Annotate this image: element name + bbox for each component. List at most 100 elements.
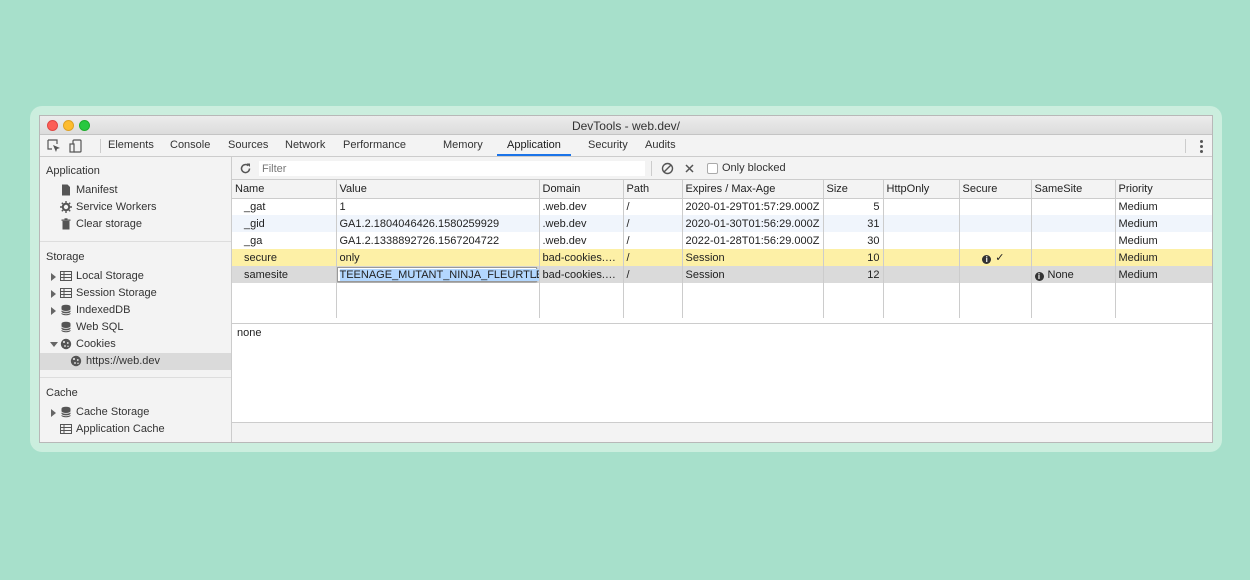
cell-secure[interactable] [959, 266, 1032, 283]
column-header-value[interactable]: Value [336, 180, 540, 199]
table-row[interactable]: samesite TEENAGE_MUTANT_NINJA_FLEURTLES ba… [232, 266, 1212, 283]
cell-value[interactable]: GA1.2.1804046426.1580259929 [336, 215, 540, 232]
device-toolbar-icon[interactable] [69, 139, 83, 153]
expand-arrow-right-icon[interactable] [51, 409, 56, 417]
column-header-name[interactable]: Name [232, 180, 337, 199]
tab-audits[interactable]: Audits [635, 135, 686, 156]
cell-expires[interactable]: 2022-01-28T01:56:29.000Z [682, 232, 824, 249]
cell-expires[interactable]: Session [682, 266, 824, 283]
cell-path[interactable]: / [623, 249, 683, 266]
cell-value[interactable]: 1 [336, 198, 540, 215]
cell-secure[interactable]: i ✓ [959, 249, 1032, 266]
tab-application[interactable]: Application [497, 135, 571, 156]
column-header-domain[interactable]: Domain [539, 180, 624, 199]
cell-samesite[interactable] [1031, 215, 1116, 232]
cell-samesite[interactable] [1031, 249, 1116, 266]
cell-priority[interactable]: Medium [1115, 215, 1212, 232]
tab-network[interactable]: Network [275, 135, 335, 156]
sidebar-item-cache-storage[interactable]: Cache Storage [40, 404, 231, 421]
cell-name[interactable]: secure [232, 249, 337, 266]
sidebar-item-indexeddb[interactable]: IndexedDB [40, 302, 231, 319]
cell-samesite[interactable] [1031, 198, 1116, 215]
sidebar-item-cookies[interactable]: Cookies [40, 336, 231, 353]
cell-path[interactable]: / [623, 266, 683, 283]
column-header-path[interactable]: Path [623, 180, 683, 199]
info-warning-icon[interactable]: i [1034, 271, 1044, 281]
cell-secure[interactable] [959, 232, 1032, 249]
table-row[interactable]: _ga GA1.2.1338892726.1567204722 .web.dev/2… [232, 232, 1212, 249]
clear-all-icon[interactable] [661, 162, 674, 175]
cell-value[interactable]: GA1.2.1338892726.1567204722 [336, 232, 540, 249]
cell-httponly[interactable] [883, 198, 960, 215]
sidebar-item-https-web-dev[interactable]: https://web.dev [40, 353, 231, 370]
tab-sources[interactable]: Sources [218, 135, 278, 156]
cell-value[interactable]: TEENAGE_MUTANT_NINJA_FLEURTLES [336, 266, 540, 283]
cell-domain[interactable]: bad-cookies.glitch.me [539, 249, 624, 266]
cell-editor-input[interactable]: TEENAGE_MUTANT_NINJA_FLEURTLES [336, 267, 538, 282]
cell-name[interactable]: samesite [232, 266, 337, 283]
column-header-size[interactable]: Size [823, 180, 884, 199]
cell-size[interactable]: 31 [823, 215, 884, 232]
cell-secure[interactable] [959, 198, 1032, 215]
refresh-icon[interactable] [239, 162, 252, 175]
table-row[interactable]: _gid GA1.2.1804046426.1580259929 .web.dev /… [232, 215, 1212, 232]
cell-expires[interactable]: 2020-01-30T01:56:29.000Z [682, 215, 824, 232]
column-header-priority[interactable]: Priority [1115, 180, 1212, 199]
cell-expires[interactable]: Session [682, 249, 824, 266]
sidebar-item-session-storage[interactable]: Session Storage [40, 285, 231, 302]
cell-priority[interactable]: Medium [1115, 198, 1212, 215]
more-options-icon[interactable] [1199, 139, 1203, 153]
cell-domain[interactable]: .web.dev [539, 215, 624, 232]
sidebar-item-web-sql[interactable]: Web SQL [40, 319, 231, 336]
column-header-httponly[interactable]: HttpOnly [883, 180, 960, 199]
cell-expires[interactable]: 2020-01-29T01:57:29.000Z [682, 198, 824, 215]
inspect-element-icon[interactable] [47, 139, 61, 153]
delete-selected-icon[interactable] [684, 163, 695, 174]
column-header-expires-max-age[interactable]: Expires / Max-Age [682, 180, 824, 199]
expand-arrow-right-icon[interactable] [51, 307, 56, 315]
cell-samesite[interactable] [1031, 232, 1116, 249]
cell-domain[interactable]: bad-cookies.glitch.me [539, 266, 624, 283]
sidebar-item-local-storage[interactable]: Local Storage [40, 268, 231, 285]
sidebar-item-manifest[interactable]: Manifest [40, 182, 231, 199]
cell-priority[interactable]: Medium [1115, 232, 1212, 249]
cell-domain[interactable]: .web.dev [539, 198, 624, 215]
only-blocked-checkbox[interactable] [707, 163, 718, 174]
cell-samesite[interactable]: i None [1031, 266, 1116, 283]
cell-httponly[interactable] [883, 215, 960, 232]
cell-path[interactable]: / [623, 215, 683, 232]
cell-httponly[interactable] [883, 232, 960, 249]
table-row[interactable]: secureonlybad-cookies.glitch.me/Session1… [232, 249, 1212, 266]
cell-httponly[interactable] [883, 249, 960, 266]
cell-size[interactable]: 30 [823, 232, 884, 249]
cell-size[interactable]: 12 [823, 266, 884, 283]
cell-value[interactable]: only [336, 249, 540, 266]
cell-name[interactable]: _gat [232, 198, 337, 215]
expand-arrow-right-icon[interactable] [51, 290, 56, 298]
expand-arrow-right-icon[interactable] [51, 273, 56, 281]
cell-domain[interactable]: .web.dev [539, 232, 624, 249]
column-header-samesite[interactable]: SameSite [1031, 180, 1116, 199]
cell-priority[interactable]: Medium [1115, 266, 1212, 283]
tab-security[interactable]: Security [578, 135, 638, 156]
sidebar-item-application-cache[interactable]: Application Cache [40, 421, 231, 438]
sidebar-item-service-workers[interactable]: Service Workers [40, 199, 231, 216]
cell-path[interactable]: / [623, 198, 683, 215]
cell-size[interactable]: 5 [823, 198, 884, 215]
expand-arrow-down-icon[interactable] [50, 342, 58, 347]
tab-memory[interactable]: Memory [433, 135, 493, 156]
cell-priority[interactable]: Medium [1115, 249, 1212, 266]
tab-elements[interactable]: Elements [98, 135, 164, 156]
cell-size[interactable]: 10 [823, 249, 884, 266]
sidebar-item-clear-storage[interactable]: Clear storage [40, 216, 231, 233]
tab-console[interactable]: Console [160, 135, 220, 156]
cell-name[interactable]: _ga [232, 232, 337, 249]
info-warning-icon[interactable]: i [982, 255, 992, 264]
tab-performance[interactable]: Performance [333, 135, 416, 156]
filter-input[interactable] [259, 161, 645, 176]
column-header-secure[interactable]: Secure [959, 180, 1032, 199]
cell-path[interactable]: / [623, 232, 683, 249]
cell-secure[interactable] [959, 215, 1032, 232]
cell-name[interactable]: _gid [232, 215, 337, 232]
cell-httponly[interactable] [883, 266, 960, 283]
